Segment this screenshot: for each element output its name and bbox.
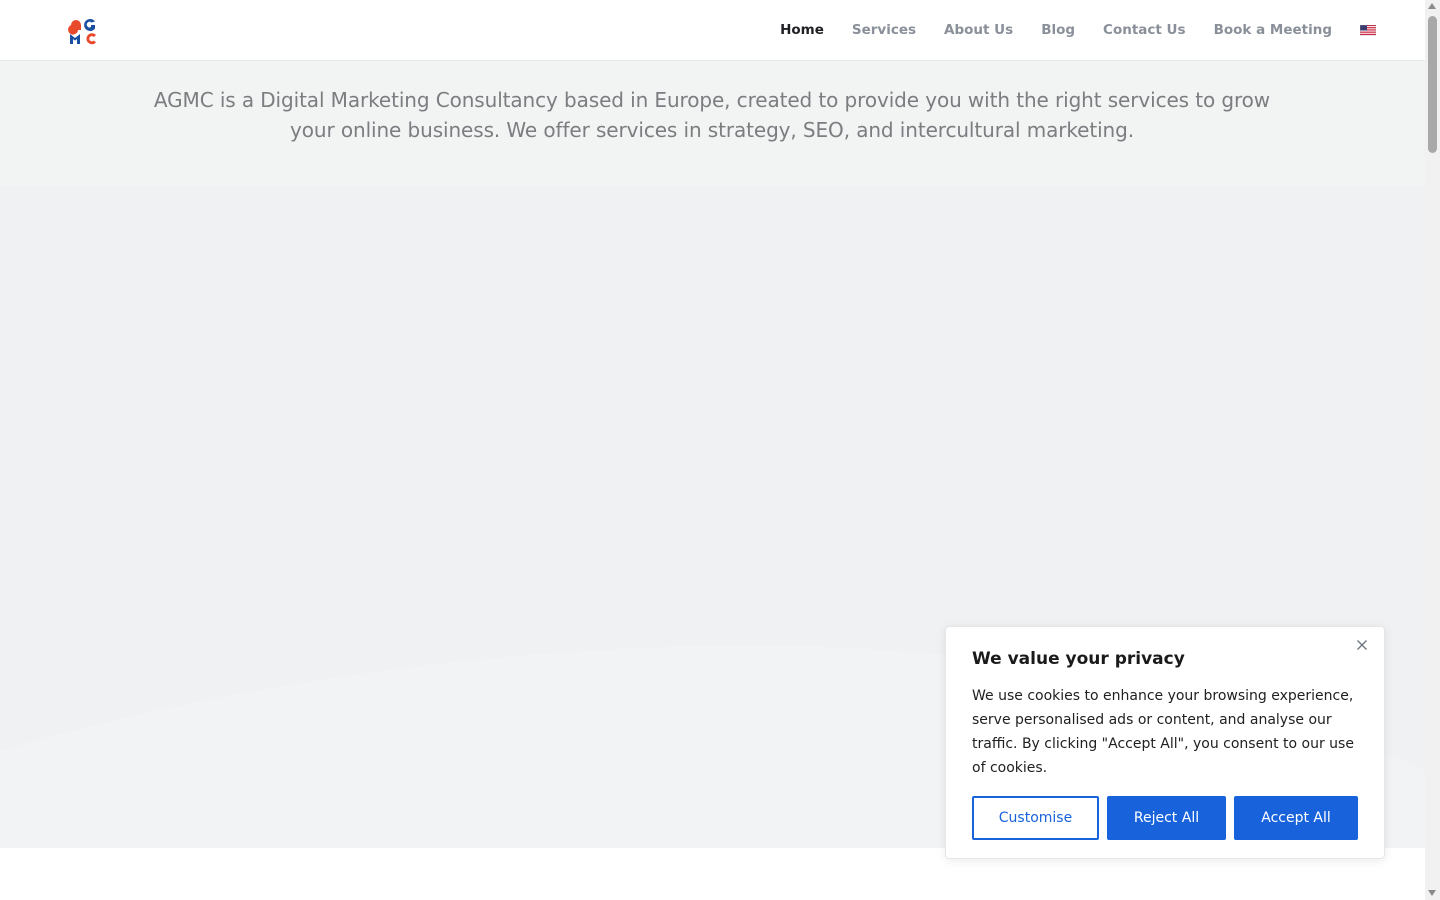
nav-item-contact-us[interactable]: Contact Us — [1103, 22, 1186, 38]
nav-item-home[interactable]: Home — [780, 22, 824, 38]
reject-all-button[interactable]: Reject All — [1107, 796, 1226, 840]
accept-all-button[interactable]: Accept All — [1234, 796, 1358, 840]
page-scrollbar[interactable] — [1425, 0, 1440, 900]
nav-item-blog[interactable]: Blog — [1041, 22, 1075, 38]
nav-item-book-a-meeting[interactable]: Book a Meeting — [1214, 22, 1332, 38]
customise-button[interactable]: Customise — [972, 796, 1099, 840]
hero-tagline: AGMC is a Digital Marketing Consultancy … — [153, 88, 1271, 142]
scroll-thumb[interactable] — [1428, 16, 1437, 153]
site-header: Home Services About Us Blog Contact Us B… — [0, 0, 1425, 61]
cookie-banner-text: We use cookies to enhance your browsing … — [972, 688, 1354, 776]
scroll-down-arrow-icon[interactable] — [1428, 890, 1436, 896]
cookie-consent-banner: We value your privacy We use cookies to … — [945, 626, 1385, 859]
nav-item-about-us[interactable]: About Us — [944, 22, 1013, 38]
main-nav: Home Services About Us Blog Contact Us B… — [752, 0, 1376, 60]
scroll-up-arrow-icon[interactable] — [1428, 3, 1436, 9]
agmc-logo-icon[interactable] — [68, 16, 98, 46]
nav-item-services[interactable]: Services — [852, 22, 916, 38]
us-flag-icon[interactable] — [1360, 24, 1376, 36]
cookie-banner-title: We value your privacy — [972, 649, 1185, 669]
close-icon[interactable] — [1354, 637, 1370, 653]
